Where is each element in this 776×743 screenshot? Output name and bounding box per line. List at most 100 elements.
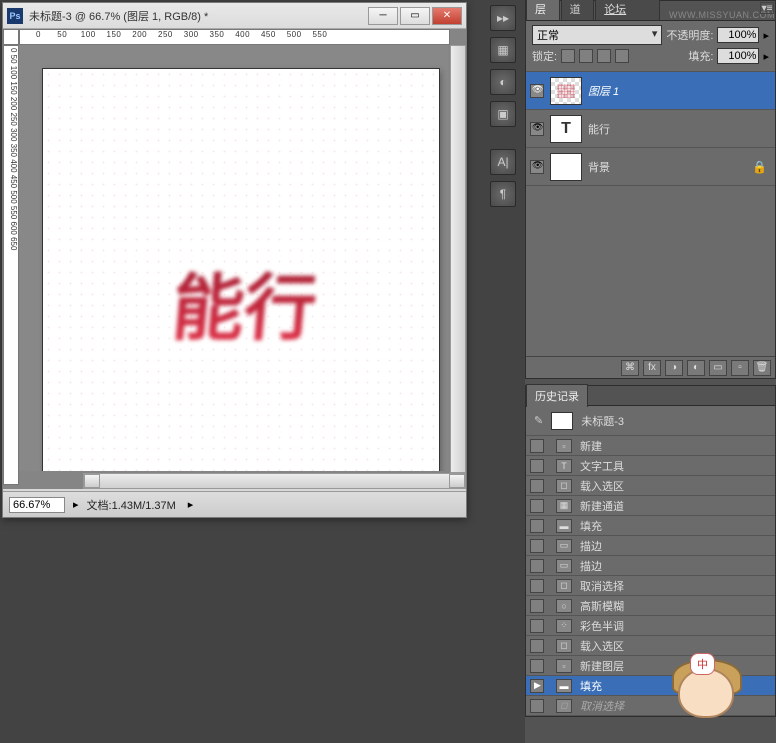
layers-panel-tabs: 图层 通道 思缘设计论坛 WWW.MISSYUAN.COM ▾≡ bbox=[526, 1, 775, 21]
snapshot-thumbnail[interactable] bbox=[551, 412, 573, 430]
tab-channels[interactable]: 通道 bbox=[561, 0, 595, 20]
visibility-toggle-icon[interactable] bbox=[530, 84, 544, 98]
layer-thumbnail[interactable]: T bbox=[550, 115, 582, 143]
tab-layers[interactable]: 图层 bbox=[526, 0, 560, 20]
maximize-button[interactable]: ▭ bbox=[400, 7, 430, 25]
paragraph-icon[interactable]: ¶ bbox=[490, 181, 516, 207]
blend-mode-dropdown[interactable]: 正常 bbox=[532, 25, 662, 45]
visibility-toggle-icon[interactable] bbox=[530, 122, 544, 136]
character-icon[interactable]: A| bbox=[490, 149, 516, 175]
step-toggle[interactable] bbox=[530, 459, 544, 473]
expand-dock-icon[interactable]: ▸▸ bbox=[490, 5, 516, 31]
layer-row[interactable]: 图层 1 bbox=[526, 72, 775, 110]
fill-input[interactable]: 100% bbox=[717, 48, 759, 64]
deselect-icon: ◻ bbox=[556, 579, 572, 593]
minimize-button[interactable]: ─ bbox=[368, 7, 398, 25]
lock-position-icon[interactable] bbox=[597, 49, 611, 63]
layer-thumbnail[interactable] bbox=[550, 77, 582, 105]
layers-panel-footer: ⌘ fx ◑ ◐ ▭ ▫ 🗑 bbox=[526, 356, 775, 378]
history-step[interactable]: ⁘彩色半调 bbox=[526, 616, 775, 636]
step-toggle[interactable] bbox=[530, 679, 544, 693]
history-step[interactable]: ▭描边 bbox=[526, 536, 775, 556]
history-brush-icon[interactable]: ✎ bbox=[534, 414, 543, 427]
opacity-input[interactable]: 100% bbox=[717, 27, 759, 43]
masks-icon[interactable]: ▣ bbox=[490, 101, 516, 127]
close-button[interactable]: ✕ bbox=[432, 7, 462, 25]
channel-icon: ▦ bbox=[556, 499, 572, 513]
lock-transparent-icon[interactable] bbox=[561, 49, 575, 63]
history-step[interactable]: T文字工具 bbox=[526, 456, 775, 476]
layer-controls: 正常 不透明度: 100% ▸ 锁定: 填充: 100% ▸ bbox=[526, 21, 775, 72]
canvas[interactable]: 能行 bbox=[43, 69, 439, 471]
history-step[interactable]: ▫新建 bbox=[526, 436, 775, 456]
history-step[interactable]: ▬填充 bbox=[526, 676, 775, 696]
opacity-flyout-icon[interactable]: ▸ bbox=[763, 29, 769, 42]
fx-icon[interactable]: fx bbox=[643, 360, 661, 376]
history-step[interactable]: ▫新建图层 bbox=[526, 656, 775, 676]
step-toggle[interactable] bbox=[530, 539, 544, 553]
layer-thumbnail[interactable] bbox=[550, 153, 582, 181]
history-step[interactable]: ▭描边 bbox=[526, 556, 775, 576]
ruler-origin[interactable] bbox=[3, 29, 19, 45]
step-toggle[interactable] bbox=[530, 479, 544, 493]
fill-flyout-icon[interactable]: ▸ bbox=[763, 50, 769, 63]
layer-row[interactable]: 背景 🔒 bbox=[526, 148, 775, 186]
lock-pixels-icon[interactable] bbox=[579, 49, 593, 63]
tab-history[interactable]: 历史记录 bbox=[526, 384, 588, 407]
adjustment-layer-icon[interactable]: ◐ bbox=[687, 360, 705, 376]
step-toggle[interactable] bbox=[530, 599, 544, 613]
info-dropdown-icon[interactable]: ▸ bbox=[188, 498, 194, 511]
layer-name[interactable]: 能行 bbox=[588, 121, 771, 137]
adjustments-icon[interactable]: ◐ bbox=[490, 69, 516, 95]
zoom-dropdown-icon[interactable]: ▸ bbox=[73, 498, 79, 511]
blur-icon: ○ bbox=[556, 599, 572, 613]
horizontal-ruler[interactable] bbox=[19, 29, 450, 45]
history-step[interactable]: ◻载入选区 bbox=[526, 476, 775, 496]
canvas-viewport[interactable]: 能行 bbox=[19, 45, 448, 471]
step-toggle[interactable] bbox=[530, 439, 544, 453]
history-step[interactable]: ▦新建通道 bbox=[526, 496, 775, 516]
visibility-toggle-icon[interactable] bbox=[530, 160, 544, 174]
document-titlebar[interactable]: Ps 未标题-3 @ 66.7% (图层 1, RGB/8) * ─ ▭ ✕ bbox=[3, 3, 466, 29]
horizontal-scrollbar[interactable] bbox=[83, 473, 466, 489]
step-toggle[interactable] bbox=[530, 659, 544, 673]
step-toggle[interactable] bbox=[530, 579, 544, 593]
step-label: 载入选区 bbox=[580, 638, 624, 654]
step-toggle[interactable] bbox=[530, 559, 544, 573]
vertical-ruler[interactable] bbox=[3, 45, 19, 485]
step-toggle[interactable] bbox=[530, 619, 544, 633]
history-step[interactable]: ▬填充 bbox=[526, 516, 775, 536]
layer-row[interactable]: T 能行 bbox=[526, 110, 775, 148]
zoom-input[interactable]: 66.67% bbox=[9, 497, 65, 513]
step-toggle[interactable] bbox=[530, 499, 544, 513]
fill-icon: ▬ bbox=[556, 679, 572, 693]
new-layer-icon[interactable]: ▫ bbox=[731, 360, 749, 376]
step-label: 填充 bbox=[580, 518, 602, 534]
layers-group-icon[interactable]: ▦ bbox=[490, 37, 516, 63]
link-layers-icon[interactable]: ⌘ bbox=[621, 360, 639, 376]
history-step[interactable]: ◻取消选择 bbox=[526, 696, 775, 716]
panel-dock-strip: ▸▸ ▦ ◐ ▣ A| ¶ bbox=[490, 5, 522, 207]
new-layer-icon: ▫ bbox=[556, 659, 572, 673]
step-toggle[interactable] bbox=[530, 639, 544, 653]
history-step[interactable]: ◻载入选区 bbox=[526, 636, 775, 656]
mask-icon[interactable]: ◑ bbox=[665, 360, 683, 376]
history-snapshot-row[interactable]: ✎ 未标题-3 bbox=[526, 406, 775, 436]
vertical-scrollbar[interactable] bbox=[450, 45, 466, 473]
tab-forum-link[interactable]: 思缘设计论坛 bbox=[595, 0, 660, 20]
history-panel-tabs: 历史记录 ▾≡ bbox=[526, 386, 775, 406]
step-label: 描边 bbox=[580, 558, 602, 574]
canvas-art-text: 能行 bbox=[168, 249, 321, 354]
group-icon[interactable]: ▭ bbox=[709, 360, 727, 376]
panel-menu-icon[interactable]: ▾≡ bbox=[760, 2, 774, 14]
layer-name[interactable]: 背景 bbox=[588, 159, 746, 175]
step-toggle[interactable] bbox=[530, 699, 544, 713]
layer-name[interactable]: 图层 1 bbox=[588, 83, 771, 99]
step-label: 彩色半调 bbox=[580, 618, 624, 634]
step-label: 高斯模糊 bbox=[580, 598, 624, 614]
trash-icon[interactable]: 🗑 bbox=[753, 360, 771, 376]
step-toggle[interactable] bbox=[530, 519, 544, 533]
lock-all-icon[interactable] bbox=[615, 49, 629, 63]
history-step[interactable]: ○ 高斯模糊 bbox=[526, 596, 775, 616]
history-step[interactable]: ◻取消选择 bbox=[526, 576, 775, 596]
